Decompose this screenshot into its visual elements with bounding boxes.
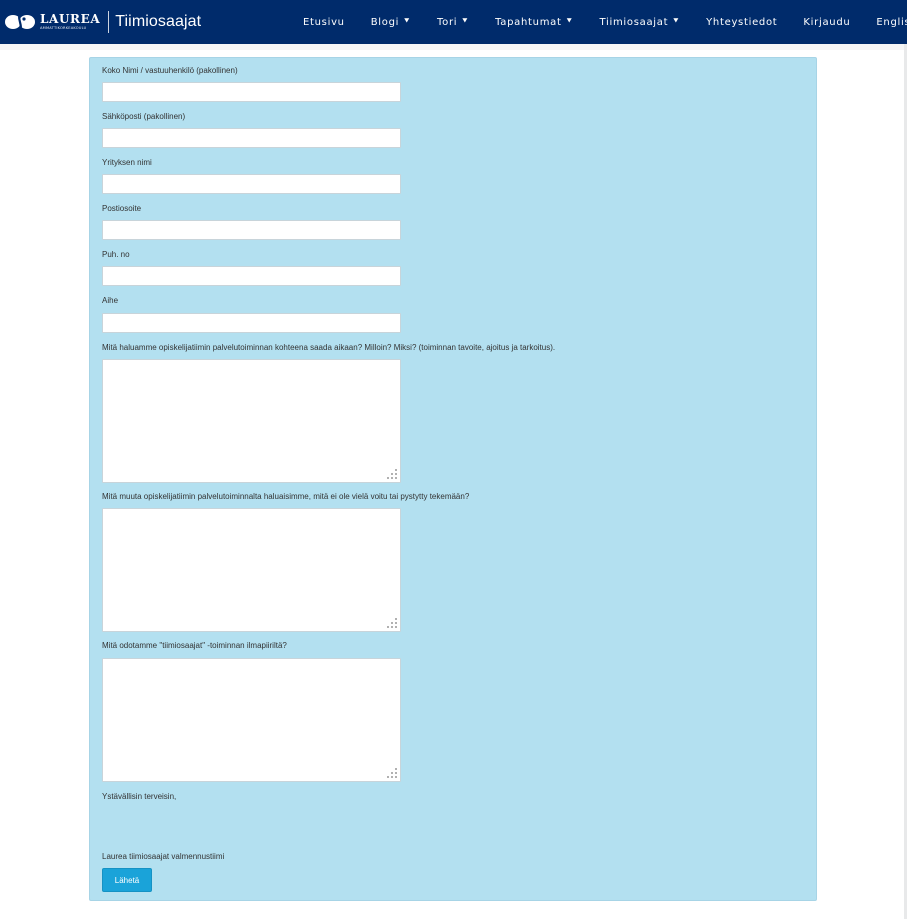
nav-item-tori[interactable]: Tori ⯆ [424, 17, 482, 28]
address-label: Postiosoite [102, 204, 142, 213]
page-top-strip [0, 44, 907, 50]
nav-label: Blogi [370, 16, 400, 28]
other-wishes-textarea[interactable] [102, 508, 401, 632]
address-input[interactable] [102, 220, 401, 240]
contact-form: Koko Nimi / vastuuhenkilö (pakollinen) S… [89, 57, 817, 901]
site-title[interactable]: Tiimiosaajat [115, 13, 201, 31]
resize-handle-icon[interactable] [386, 617, 398, 629]
full-name-label: Koko Nimi / vastuuhenkilö (pakollinen) [102, 66, 238, 75]
chevron-down-icon: ⯆ [403, 16, 412, 27]
atmosphere-label: Mitä odotamme "tiimiosaajat" -toiminnan … [102, 641, 287, 650]
atmosphere-textarea[interactable] [102, 658, 401, 782]
nav-label: Yhteystiedot [706, 16, 778, 28]
nav-label: English [876, 16, 907, 28]
phone-input[interactable] [102, 266, 401, 286]
nav-item-tiimiosaajat[interactable]: Tiimiosaajat ⯆ [587, 17, 694, 28]
nav-item-blogi[interactable]: Blogi ⯆ [358, 17, 424, 28]
phone-label: Puh. no [102, 250, 130, 259]
nav-item-yhteystiedot[interactable]: Yhteystiedot [693, 17, 790, 28]
logo-text: LAUREA AMMATTIKORKEAKOULU [40, 13, 100, 31]
other-wishes-label: Mitä muuta opiskelijatiimin palvelutoimi… [102, 492, 470, 501]
chevron-down-icon: ⯆ [461, 16, 470, 27]
nav-label: Tiimiosaajat [599, 16, 669, 28]
company-input[interactable] [102, 174, 401, 194]
goals-question-label: Mitä haluamme opiskelijatiimin palveluto… [102, 343, 556, 352]
nav-item-etusivu[interactable]: Etusivu [290, 17, 358, 28]
subject-label: Aihe [102, 296, 119, 305]
main-nav: Etusivu Blogi ⯆ Tori ⯆ Tapahtumat ⯆ Tiim… [290, 0, 907, 44]
brand-divider [108, 11, 110, 33]
submit-button[interactable]: Lähetä [102, 868, 152, 892]
signature-text: Laurea tiimiosaajat valmennustiimi [102, 852, 225, 861]
logo-word: LAUREA [40, 12, 101, 26]
subject-input[interactable] [102, 313, 401, 333]
nav-label: Kirjaudu [803, 16, 851, 28]
email-input[interactable] [102, 128, 401, 148]
nav-label: Tori [437, 16, 458, 28]
top-navbar: LAUREA AMMATTIKORKEAKOULU Tiimiosaajat E… [0, 0, 907, 44]
email-label: Sähköposti (pakollinen) [102, 112, 186, 121]
nav-label: Tapahtumat [495, 16, 562, 28]
nav-item-tapahtumat[interactable]: Tapahtumat ⯆ [482, 17, 586, 28]
greeting-text: Ystävällisin terveisin, [102, 792, 177, 801]
laurea-logo-icon [5, 13, 35, 32]
nav-item-kirjaudu[interactable]: Kirjaudu [790, 17, 863, 28]
logo-subtitle: AMMATTIKORKEAKOULU [40, 26, 87, 30]
resize-handle-icon[interactable] [386, 468, 398, 480]
chevron-down-icon: ⯆ [565, 16, 574, 27]
nav-item-english[interactable]: English [863, 17, 907, 28]
goals-textarea[interactable] [102, 359, 401, 483]
full-name-input[interactable] [102, 82, 401, 102]
resize-handle-icon[interactable] [386, 767, 398, 779]
company-label: Yrityksen nimi [102, 158, 152, 167]
brand[interactable]: LAUREA AMMATTIKORKEAKOULU Tiimiosaajat [0, 0, 201, 44]
chevron-down-icon: ⯆ [672, 16, 681, 27]
nav-label: Etusivu [303, 16, 345, 28]
